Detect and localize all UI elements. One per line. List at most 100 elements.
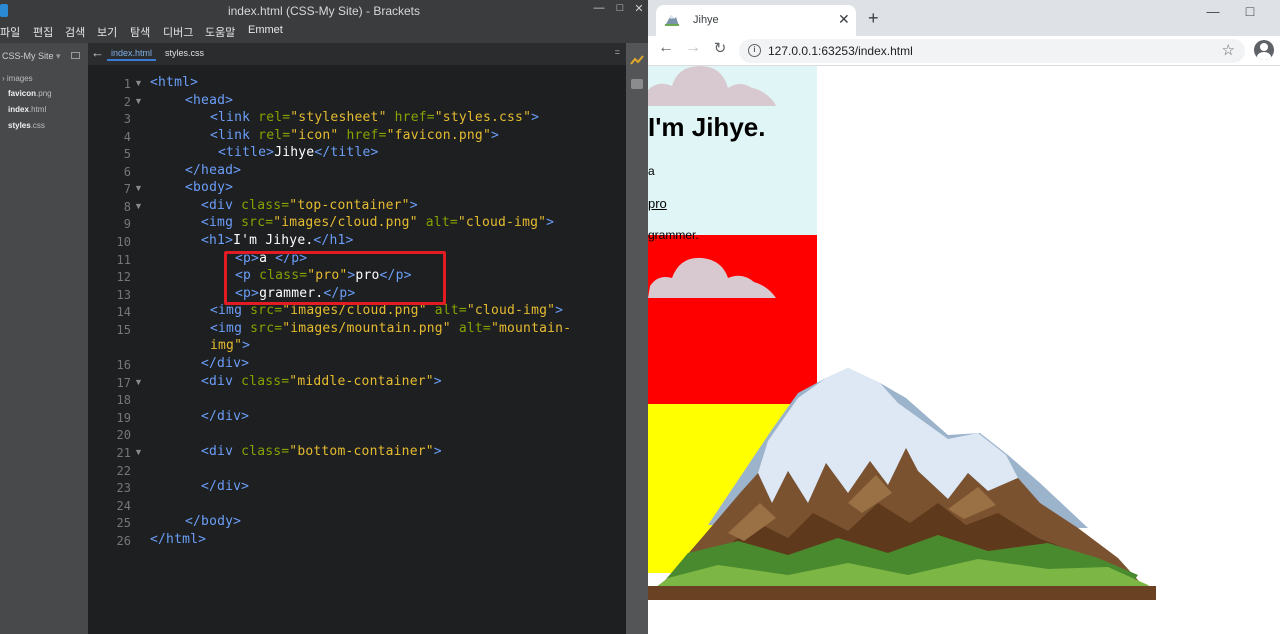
line-number: 4 bbox=[123, 130, 131, 144]
line-number: 8 bbox=[123, 200, 131, 214]
code-token: <div bbox=[201, 444, 234, 459]
tree-file-favicon[interactable]: favicon.png bbox=[8, 89, 52, 98]
menu-edit[interactable]: 편집 bbox=[33, 24, 53, 40]
code-token: rel= bbox=[250, 128, 291, 143]
code-token: "stylesheet" bbox=[290, 110, 387, 125]
mountain-favicon-icon bbox=[665, 15, 679, 26]
extension-icon[interactable] bbox=[631, 79, 643, 89]
code-line-6: </head> bbox=[185, 163, 241, 178]
code-token: img" bbox=[210, 338, 243, 353]
code-line-2: <head> bbox=[185, 93, 233, 108]
code-token: <img bbox=[210, 321, 243, 336]
menu-help[interactable]: 도움말 bbox=[205, 24, 235, 40]
project-name: CSS-My Site bbox=[2, 51, 54, 61]
line-number: 3 bbox=[123, 112, 131, 126]
page-viewport: I'm Jihye. a pro grammer. bbox=[648, 66, 1280, 634]
new-tab-icon[interactable]: + bbox=[868, 8, 879, 29]
code-token: alt= bbox=[426, 303, 467, 318]
code-token: > bbox=[490, 128, 500, 143]
folder-label: images bbox=[6, 74, 33, 83]
minimize-icon[interactable]: — bbox=[592, 2, 606, 14]
code-token: <title> bbox=[218, 145, 275, 160]
code-token: > bbox=[409, 198, 418, 213]
forward-arrow-icon[interactable]: → bbox=[683, 39, 703, 57]
code-token: </head> bbox=[185, 163, 242, 178]
code-token: </div> bbox=[201, 479, 250, 494]
project-dropdown[interactable]: CSS-My Site ▾ bbox=[2, 51, 61, 62]
code-token: Jihye bbox=[274, 145, 315, 160]
fold-arrow-icon[interactable]: ▼ bbox=[134, 447, 143, 457]
reload-icon[interactable]: ↻ bbox=[710, 39, 730, 57]
code-token: "mountain- bbox=[490, 321, 572, 336]
line-number: 10 bbox=[116, 235, 131, 249]
tab-index-html[interactable]: index.html bbox=[107, 47, 157, 61]
code-token: <html> bbox=[150, 75, 199, 90]
right-toolbar bbox=[626, 43, 648, 634]
tab-title: Jihye bbox=[693, 14, 719, 26]
line-number: 25 bbox=[116, 516, 131, 530]
code-token: </h1> bbox=[313, 233, 354, 248]
line-number: 13 bbox=[116, 288, 131, 302]
arrow-left-icon[interactable]: ← bbox=[91, 45, 104, 60]
menu-emmet[interactable]: Emmet bbox=[248, 24, 283, 36]
tree-file-index[interactable]: index.html bbox=[8, 105, 46, 114]
tab-close-icon[interactable]: ✕ bbox=[838, 11, 850, 28]
page-heading: I'm Jihye. bbox=[648, 112, 766, 142]
code-token: > bbox=[433, 444, 442, 459]
code-line-21: <div class="bottom-container"> bbox=[201, 444, 442, 459]
lightning-icon[interactable] bbox=[630, 55, 644, 67]
minimize-icon[interactable]: — bbox=[1203, 4, 1223, 19]
address-bar[interactable]: i 127.0.0.1:63253/index.html ☆ bbox=[739, 39, 1245, 63]
code-token: "bottom-container" bbox=[289, 444, 434, 459]
page-paragraph-pro: pro bbox=[648, 196, 667, 211]
fold-arrow-icon[interactable]: ▼ bbox=[134, 183, 143, 193]
line-number: 17 bbox=[116, 376, 131, 390]
code-line-26: </html> bbox=[150, 532, 206, 547]
split-view-icon[interactable] bbox=[71, 52, 80, 59]
fold-arrow-icon[interactable]: ▼ bbox=[134, 377, 143, 387]
menu-find[interactable]: 검색 bbox=[65, 24, 85, 40]
mountain-image bbox=[648, 368, 1156, 600]
code-token: "images/cloud.png" bbox=[273, 215, 418, 230]
maximize-icon[interactable]: □ bbox=[1240, 3, 1260, 19]
code-editor[interactable]: 1 2 3 4 5 6 7 8 9 10 11 12 13 14 15 16 1… bbox=[88, 65, 626, 634]
menu-debug[interactable]: 디버그 bbox=[163, 24, 193, 40]
info-icon[interactable]: i bbox=[748, 44, 761, 57]
fold-arrow-icon[interactable]: ▼ bbox=[134, 96, 143, 106]
code-token: src= bbox=[242, 303, 283, 318]
avatar-head bbox=[1260, 43, 1268, 51]
tab-styles-css[interactable]: styles.css bbox=[161, 47, 208, 61]
line-number: 20 bbox=[116, 428, 131, 442]
line-number: 26 bbox=[116, 534, 131, 548]
code-token: I'm Jihye. bbox=[233, 233, 314, 248]
tree-folder-images[interactable]: › images bbox=[2, 74, 33, 83]
menu-file[interactable]: 파일 bbox=[0, 24, 20, 40]
profile-avatar-icon[interactable] bbox=[1254, 40, 1274, 60]
code-line-8: <div class="top-container"> bbox=[201, 198, 418, 213]
url-text: 127.0.0.1:63253/index.html bbox=[768, 44, 913, 58]
code-line-4: <link rel="icon" href="favicon.png"> bbox=[210, 128, 499, 143]
menu-view[interactable]: 보기 bbox=[97, 24, 117, 40]
line-number: 9 bbox=[123, 217, 131, 231]
fold-arrow-icon[interactable]: ▼ bbox=[134, 201, 143, 211]
code-token: href= bbox=[386, 110, 435, 125]
code-token: "styles.css" bbox=[434, 110, 532, 125]
back-arrow-icon[interactable]: ← bbox=[656, 39, 676, 57]
file-ext: .css bbox=[30, 121, 45, 130]
fold-arrow-icon[interactable]: ▼ bbox=[134, 78, 143, 88]
browser-tab[interactable]: Jihye ✕ bbox=[656, 5, 856, 36]
code-line-9: <img src="images/cloud.png" alt="cloud-i… bbox=[201, 215, 554, 230]
maximize-icon[interactable]: □ bbox=[613, 2, 627, 14]
code-token: > bbox=[546, 215, 555, 230]
line-number: 2 bbox=[123, 95, 131, 109]
line-number: 21 bbox=[116, 446, 131, 460]
split-icon[interactable]: = bbox=[615, 47, 620, 57]
tab-strip: Jihye ✕ + — □ bbox=[648, 0, 1280, 36]
code-token: "top-container" bbox=[289, 198, 410, 213]
close-icon[interactable]: ✕ bbox=[632, 2, 646, 15]
bookmark-star-icon[interactable]: ☆ bbox=[1222, 41, 1235, 59]
menu-navigate[interactable]: 탐색 bbox=[130, 24, 150, 40]
tree-file-styles[interactable]: styles.css bbox=[8, 121, 45, 130]
code-line-15-wrap: img"> bbox=[210, 338, 250, 353]
code-token: class= bbox=[233, 374, 290, 389]
